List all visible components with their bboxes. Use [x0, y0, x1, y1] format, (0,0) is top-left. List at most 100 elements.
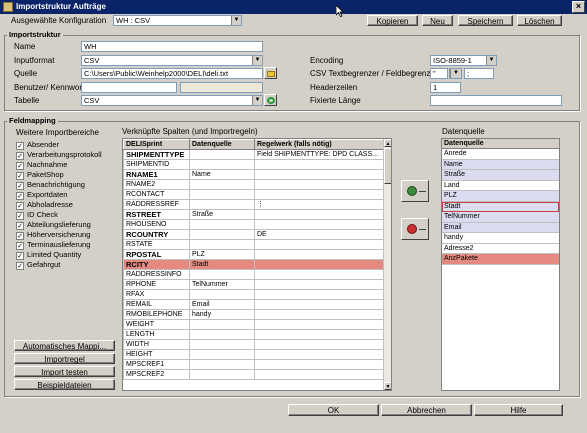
checkbox-checkmark-icon[interactable]: ✓: [16, 202, 24, 210]
table-row[interactable]: RCOUNTRY DE: [123, 229, 386, 240]
delete-button[interactable]: Löschen: [517, 15, 562, 26]
cell-rule[interactable]: [254, 299, 386, 310]
cell-datasource[interactable]: TelNummer: [189, 279, 255, 290]
cell-rule[interactable]: [254, 209, 386, 220]
sample-files-button[interactable]: Beispieldateien: [14, 379, 115, 390]
cell-rule[interactable]: [254, 279, 386, 290]
cell-datasource[interactable]: [189, 359, 255, 370]
table-row[interactable]: RPHONE TelNummer: [123, 279, 386, 290]
cell-rule[interactable]: [254, 359, 386, 370]
cell-delisprint[interactable]: RADDRESSREF: [123, 199, 190, 210]
help-button[interactable]: Hilfe: [474, 404, 563, 416]
list-item[interactable]: Name: [442, 159, 559, 170]
cell-delisprint[interactable]: RCONTACT: [123, 189, 190, 200]
cell-datasource[interactable]: Name: [189, 169, 255, 180]
field-delimiter-field[interactable]: ;: [464, 68, 494, 79]
format-select[interactable]: CSV ▼: [81, 55, 263, 66]
cell-delisprint[interactable]: RNAME2: [123, 179, 190, 190]
cell-datasource[interactable]: handy: [189, 309, 255, 320]
cell-datasource[interactable]: [189, 149, 255, 160]
cell-rule[interactable]: [254, 219, 386, 230]
cell-delisprint[interactable]: LENGTH: [123, 329, 190, 340]
scroll-thumb[interactable]: [384, 148, 391, 184]
refresh-button[interactable]: [264, 94, 277, 106]
cell-datasource[interactable]: [189, 159, 255, 170]
column-header-rules[interactable]: Regelwerk (falls nötig): [254, 139, 386, 150]
cell-delisprint[interactable]: RSTATE: [123, 239, 190, 250]
cell-datasource[interactable]: [189, 369, 255, 380]
list-item[interactable]: Adresse2: [442, 244, 559, 254]
cell-datasource[interactable]: [189, 319, 255, 330]
cell-rule[interactable]: [254, 259, 386, 270]
name-field[interactable]: WH: [81, 41, 263, 52]
cell-datasource[interactable]: [189, 289, 255, 300]
table-row[interactable]: WEIGHT: [123, 319, 386, 330]
cell-rule[interactable]: [254, 159, 386, 170]
table-row[interactable]: RNAME2: [123, 179, 386, 190]
cell-delisprint[interactable]: MPSCREF1: [123, 359, 190, 370]
header-lines-field[interactable]: 1: [430, 82, 461, 93]
checkbox-item[interactable]: ✓ Verarbeitungsprotokoll: [16, 150, 116, 160]
cell-delisprint[interactable]: RNAME1: [123, 169, 190, 180]
cell-rule[interactable]: [254, 189, 386, 200]
checkbox-item[interactable]: ✓ Nachnahme: [16, 160, 116, 170]
checkbox-item[interactable]: ✓ Höherversicherung: [16, 230, 116, 240]
import-rule-button[interactable]: Importregel: [14, 353, 115, 364]
cell-delisprint[interactable]: SHIPMENTID: [123, 159, 190, 170]
cell-datasource[interactable]: Email: [189, 299, 255, 310]
save-button[interactable]: Speichern: [458, 15, 513, 26]
user-field[interactable]: [81, 82, 177, 93]
fixed-length-field[interactable]: [430, 95, 562, 106]
table-row[interactable]: MPSCREF2: [123, 369, 386, 380]
cell-delisprint[interactable]: WEIGHT: [123, 319, 190, 330]
table-row[interactable]: RCITY Stadt: [123, 259, 386, 270]
cell-delisprint[interactable]: RADDRESSINFO: [123, 269, 190, 280]
cell-delisprint[interactable]: RFAX: [123, 289, 190, 300]
scroll-up-icon[interactable]: ▲: [384, 139, 391, 147]
checkbox-checkmark-icon[interactable]: ✓: [16, 162, 24, 170]
checkbox-item[interactable]: ✓ Benachrichtigung: [16, 180, 116, 190]
checkbox-item[interactable]: ✓ Abholadresse: [16, 200, 116, 210]
list-item[interactable]: TelNummer: [442, 212, 559, 223]
list-item[interactable]: handy: [442, 233, 559, 244]
copy-button[interactable]: Kopieren: [367, 15, 418, 26]
column-header-datasource[interactable]: Datenquelle: [189, 139, 255, 150]
table-select[interactable]: CSV ▼: [81, 95, 263, 106]
cell-rule[interactable]: [254, 309, 386, 320]
cell-rule[interactable]: [254, 319, 386, 330]
cell-rule[interactable]: Field SHIPMENTTYPE: DPD CLASS...: [254, 149, 386, 160]
checkbox-checkmark-icon[interactable]: ✓: [16, 182, 24, 190]
cell-datasource[interactable]: [189, 179, 255, 190]
checkbox-item[interactable]: ✓ Gefahrgut: [16, 260, 116, 270]
link-button[interactable]: [401, 180, 429, 202]
scroll-down-icon[interactable]: ▼: [384, 382, 391, 390]
cell-rule[interactable]: DE: [254, 229, 386, 240]
cell-delisprint[interactable]: RMOBILEPHONE: [123, 309, 190, 320]
checkbox-checkmark-icon[interactable]: ✓: [16, 192, 24, 200]
cell-delisprint[interactable]: SHIPMENTTYPE: [123, 149, 190, 160]
list-item[interactable]: Anrede: [442, 149, 559, 160]
cell-rule[interactable]: [254, 269, 386, 280]
ok-button[interactable]: OK: [288, 404, 379, 416]
cell-delisprint[interactable]: MPSCREF2: [123, 369, 190, 380]
table-row[interactable]: RPOSTAL PLZ: [123, 249, 386, 260]
checkbox-item[interactable]: ✓ Limited Quantity: [16, 250, 116, 260]
table-row[interactable]: SHIPMENTID: [123, 159, 386, 170]
table-row[interactable]: WIDTH: [123, 339, 386, 350]
cell-delisprint[interactable]: RCITY: [123, 259, 190, 270]
cell-rule[interactable]: [254, 289, 386, 300]
table-row[interactable]: RSTATE: [123, 239, 386, 250]
cell-delisprint[interactable]: WIDTH: [123, 339, 190, 350]
new-button[interactable]: Neu: [422, 15, 453, 26]
auto-mapping-button[interactable]: Automatisches Mappi...: [14, 340, 115, 351]
unlink-button[interactable]: [401, 218, 429, 240]
cell-datasource[interactable]: PLZ: [189, 249, 255, 260]
table-row[interactable]: RCONTACT: [123, 189, 386, 200]
checkbox-item[interactable]: ✓ ID Check: [16, 210, 116, 220]
cell-datasource[interactable]: [189, 189, 255, 200]
cell-datasource[interactable]: [189, 229, 255, 240]
table-row[interactable]: RADDRESSINFO: [123, 269, 386, 280]
text-delimiter-field[interactable]: ": [430, 68, 448, 79]
cell-delisprint[interactable]: RHOUSENO: [123, 219, 190, 230]
list-item[interactable]: AnzPakete: [442, 254, 559, 265]
